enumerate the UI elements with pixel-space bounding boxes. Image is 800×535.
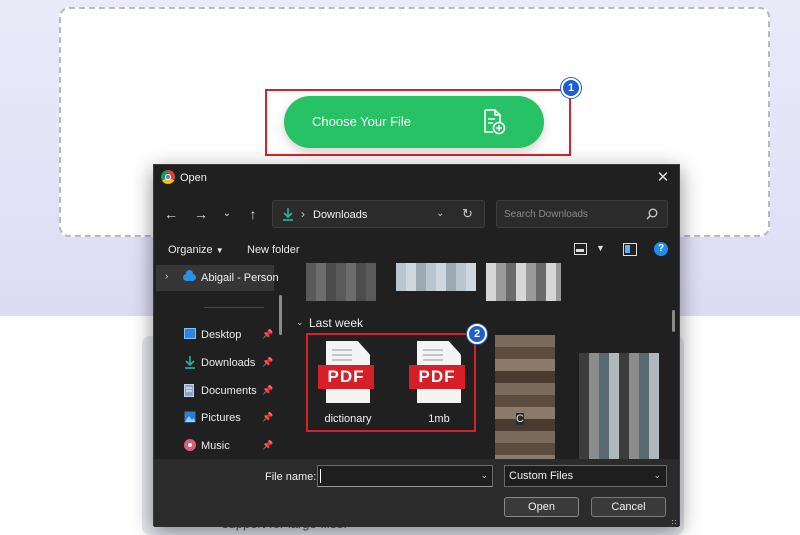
sidebar-item-label: Documents [201, 385, 257, 397]
breadcrumb-separator: › [301, 207, 305, 221]
file-name-label: File name: [265, 471, 317, 483]
search-box[interactable]: Search Downloads [496, 200, 668, 228]
highlight-box-files [306, 333, 476, 432]
expand-chevron-icon[interactable]: › [165, 271, 168, 282]
desktop-icon [184, 328, 196, 339]
refresh-icon[interactable]: ↻ [462, 206, 473, 222]
sidebar-item-label: Pictures [201, 412, 241, 424]
download-icon [282, 207, 294, 224]
recent-chevron-icon[interactable]: ⌄ [218, 205, 236, 223]
address-dropdown-icon[interactable]: ⌄ [436, 208, 444, 219]
sidebar-divider [204, 307, 264, 308]
close-icon[interactable]: ✕ [653, 168, 673, 188]
blurred-thumbnail[interactable] [306, 263, 376, 301]
document-icon [184, 384, 196, 397]
resize-grip-icon[interactable] [671, 519, 677, 525]
open-button[interactable]: Open [504, 497, 579, 517]
file-name-input[interactable]: ⌄ [317, 465, 493, 487]
blurred-thumbnail[interactable] [495, 335, 555, 459]
preview-pane-icon[interactable] [623, 243, 637, 256]
organize-label: Organize [168, 244, 213, 256]
help-icon[interactable]: ? [654, 242, 668, 256]
sidebar-item-downloads[interactable]: Downloads 📌 [156, 351, 274, 375]
sidebar-item-label: Downloads [201, 357, 256, 369]
blurred-thumbnail[interactable] [579, 353, 659, 459]
music-icon [184, 439, 196, 451]
sidebar-item-pictures[interactable]: Pictures 📌 [156, 406, 274, 430]
pin-icon[interactable]: 📌 [262, 357, 273, 368]
cancel-button[interactable]: Cancel [591, 497, 666, 517]
sidebar-item-label: Desktop [201, 329, 242, 341]
dialog-footer: File name: ⌄ Custom Files ⌄ Open Cancel [154, 459, 679, 527]
view-dropdown-icon[interactable]: ▼ [596, 243, 605, 253]
pin-icon[interactable]: 📌 [262, 412, 273, 423]
file-type-value: Custom Files [509, 470, 574, 482]
pin-icon[interactable]: 📌 [262, 329, 273, 340]
search-icon [646, 208, 658, 223]
pin-icon[interactable]: 📌 [262, 385, 273, 396]
file-name-partial: C [516, 413, 524, 425]
search-placeholder: Search Downloads [504, 209, 588, 220]
view-mode-icon[interactable] [574, 243, 587, 255]
forward-arrow-icon[interactable]: → [192, 205, 210, 223]
address-bar[interactable]: › Downloads ⌄ [272, 200, 485, 228]
cloud-icon [183, 270, 196, 281]
navigation-pane: › Abigail - Person Desktop 📌 Downloads 📌… [156, 265, 279, 458]
sidebar-item-desktop[interactable]: Desktop 📌 [156, 323, 274, 347]
address-path: Downloads [313, 209, 368, 221]
organize-menu[interactable]: Organize ▼ [168, 244, 224, 256]
file-list-scrollbar[interactable] [672, 310, 675, 332]
sidebar-item-label: Music [201, 440, 230, 452]
pin-icon[interactable]: 📌 [262, 440, 273, 451]
sidebar-item-onedrive[interactable]: › Abigail - Person [156, 265, 279, 291]
file-name-dropdown-icon[interactable]: ⌄ [480, 470, 488, 481]
sidebar-item-label: Abigail - Person [201, 272, 279, 284]
new-folder-button[interactable]: New folder [247, 244, 300, 256]
download-icon [184, 356, 196, 369]
step-badge-2: 2 [467, 324, 487, 344]
blurred-thumbnail[interactable] [486, 263, 561, 301]
dialog-titlebar: Open ✕ [154, 165, 679, 191]
text-caret [320, 469, 321, 483]
back-arrow-icon[interactable]: ← [162, 205, 180, 223]
navigation-row: ← → ⌄ ↑ › Downloads ⌄ ↻ Search Downloads [154, 199, 679, 229]
file-type-select[interactable]: Custom Files ⌄ [504, 465, 667, 487]
up-arrow-icon[interactable]: ↑ [244, 205, 262, 223]
sidebar-item-music[interactable]: Music 📌 [156, 434, 274, 458]
highlight-box-choose [265, 89, 571, 156]
sidebar-scrollbar[interactable] [279, 295, 282, 335]
section-header-last-week[interactable]: Last week [309, 316, 363, 330]
blurred-thumbnail[interactable] [396, 263, 476, 291]
section-collapse-icon[interactable]: ⌄ [296, 317, 304, 328]
file-type-dropdown-icon: ⌄ [653, 470, 661, 480]
dialog-toolbar: Organize ▼ New folder ▼ ? [154, 239, 679, 263]
dialog-title: Open [180, 172, 207, 184]
pictures-icon [184, 411, 196, 423]
chrome-icon [161, 170, 175, 184]
step-badge-1: 1 [561, 78, 581, 98]
sidebar-item-documents[interactable]: Documents 📌 [156, 379, 274, 403]
